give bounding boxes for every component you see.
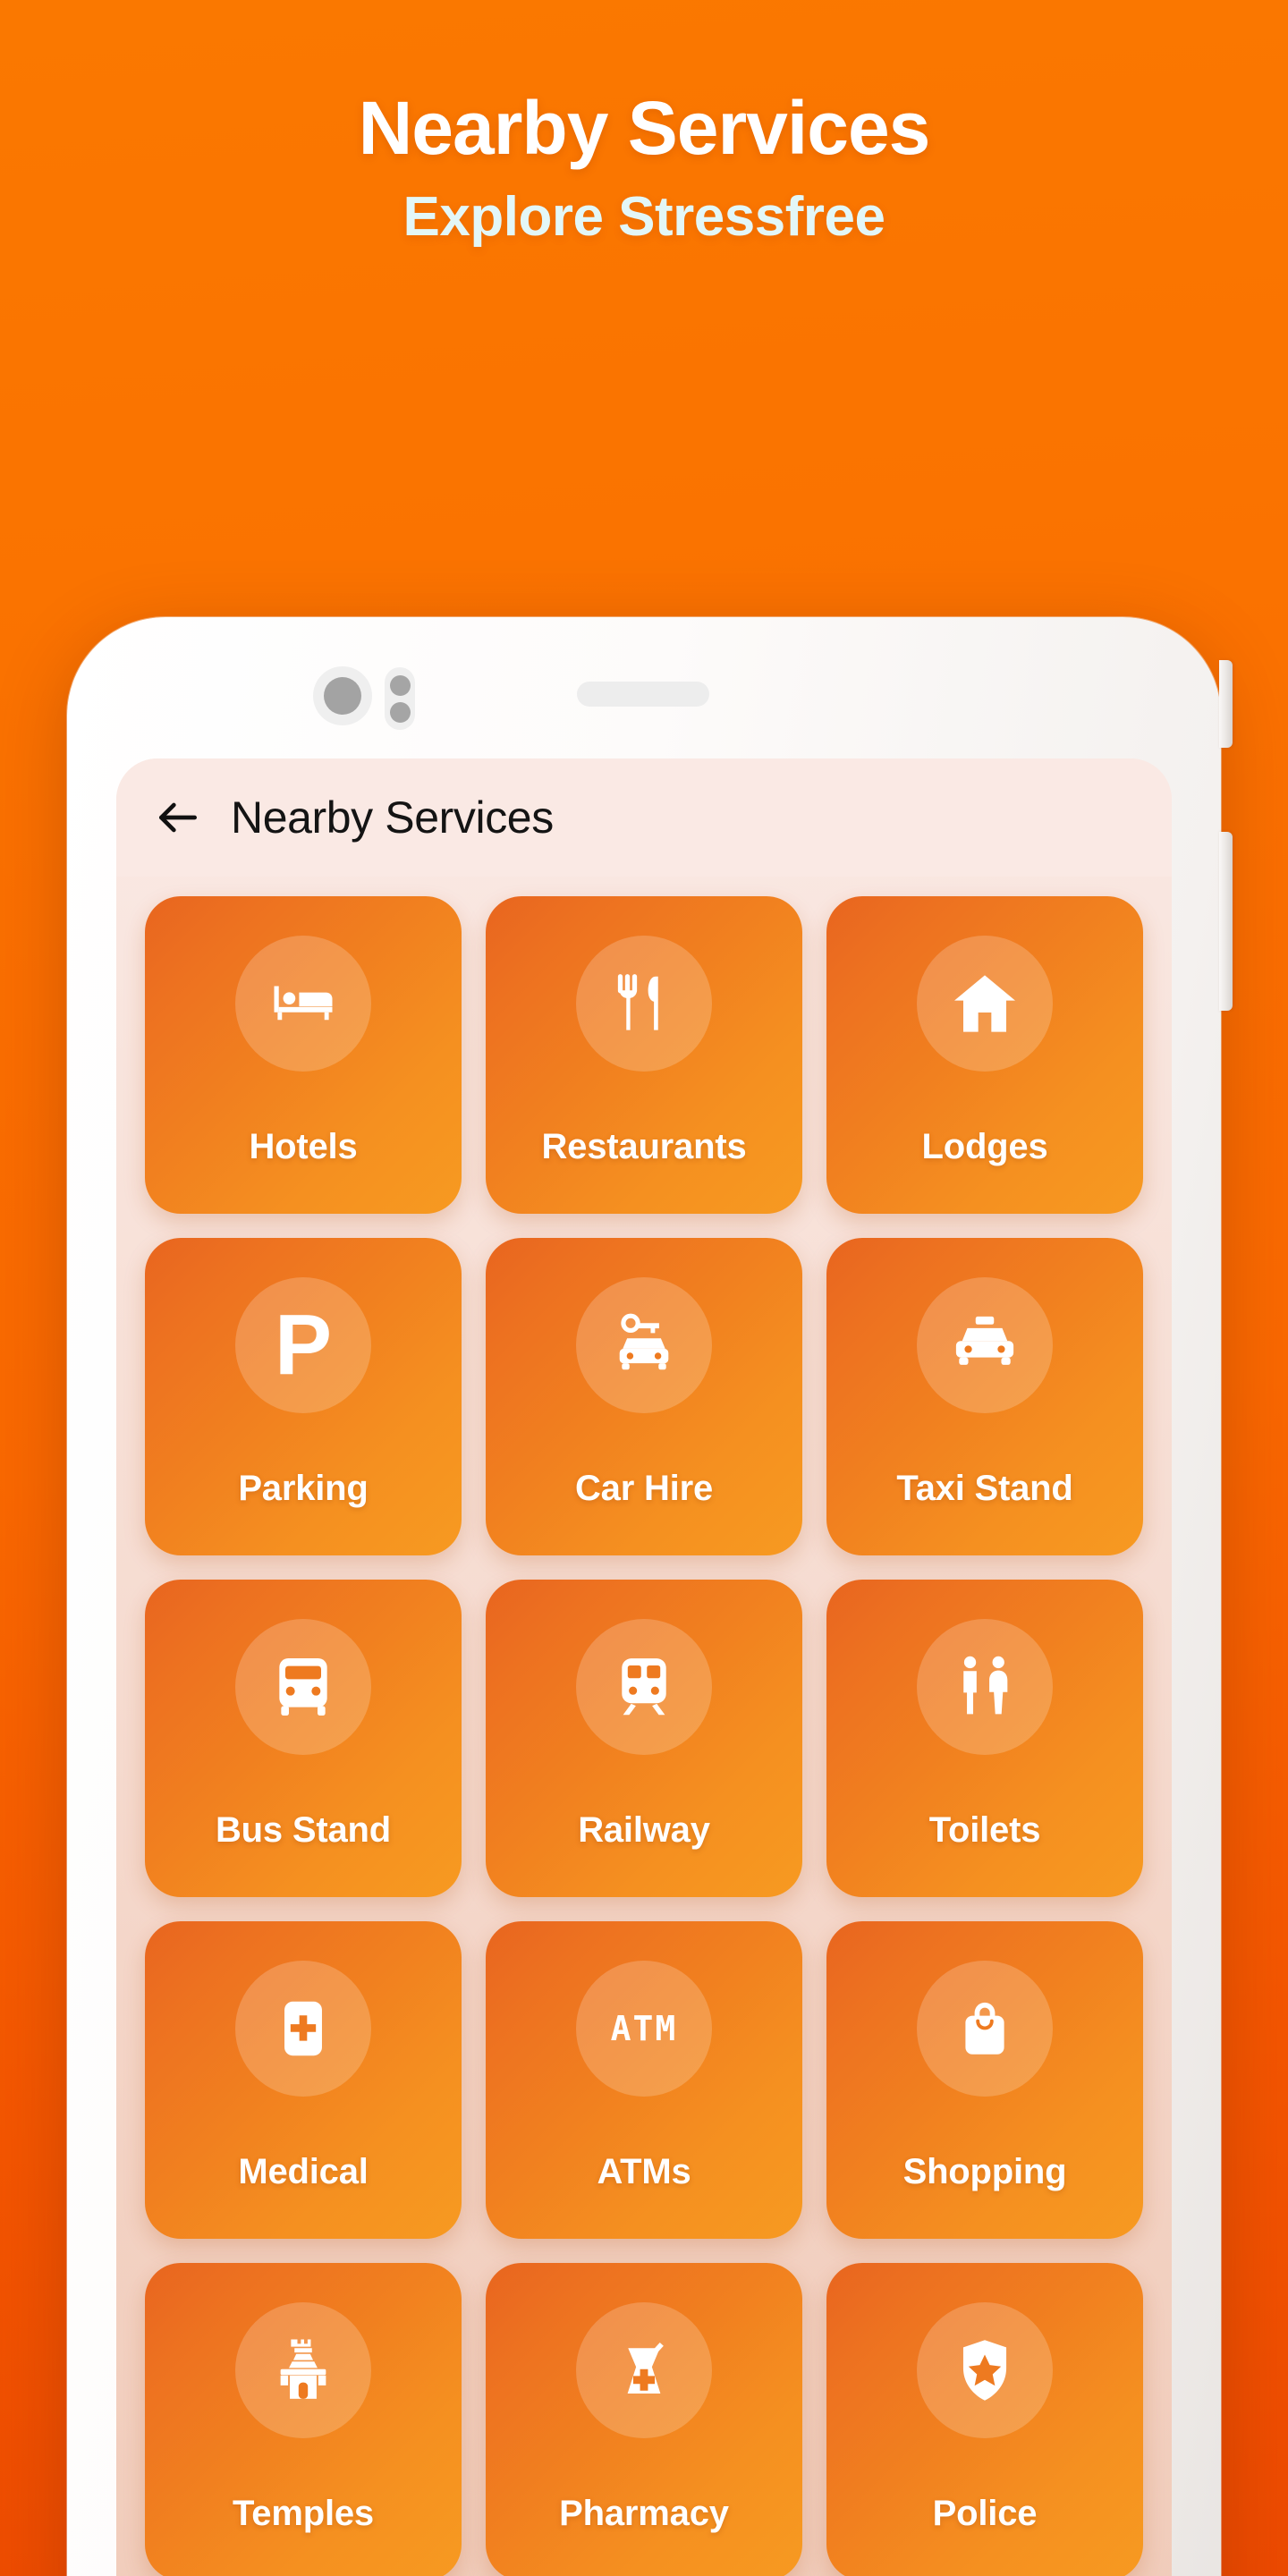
service-tile-label: Car Hire [574,1469,714,1508]
train-icon [576,1619,712,1755]
service-tile-label: Restaurants [541,1127,747,1166]
phone-screen: Nearby Services Hotels Restaurants Lodge… [116,758,1172,2576]
service-tile-police[interactable]: Police [826,2263,1143,2576]
house-icon [917,936,1053,1072]
service-tile-label: Taxi Stand [896,1469,1073,1508]
service-tile-hotels[interactable]: Hotels [145,896,462,1214]
earpiece-speaker-icon [577,682,709,707]
police-shield-star-icon [917,2302,1053,2438]
bus-icon [235,1619,371,1755]
car-key-icon [576,1277,712,1413]
atm-label: ATM [610,2009,678,2048]
service-tile-label: Railway [578,1810,710,1850]
restroom-icon [917,1619,1053,1755]
service-tile-toilets[interactable]: Toilets [826,1580,1143,1897]
appbar-title: Nearby Services [231,792,554,843]
service-tile-label: ATMs [597,2152,691,2191]
service-tile-restaurants[interactable]: Restaurants [486,896,802,1214]
service-tile-label: Parking [238,1469,369,1508]
volume-button[interactable] [1219,660,1233,748]
services-grid: Hotels Restaurants Lodges P Parking Car … [116,877,1172,2576]
service-tile-car-hire[interactable]: Car Hire [486,1238,802,1555]
service-tile-atms[interactable]: ATM ATMs [486,1921,802,2239]
promo-header: Nearby Services Explore Stressfree [0,0,1288,248]
bed-icon [235,936,371,1072]
taxi-icon [917,1277,1053,1413]
parking-letter: P [274,1297,333,1393]
sensor-dot-bottom [389,701,411,723]
service-tile-label: Hotels [249,1127,358,1166]
service-tile-pharmacy[interactable]: Pharmacy [486,2263,802,2576]
appbar: Nearby Services [116,758,1172,877]
back-arrow-icon[interactable] [150,790,206,845]
service-tile-medical[interactable]: Medical [145,1921,462,2239]
temple-icon [235,2302,371,2438]
service-tile-label: Shopping [902,2152,1067,2191]
service-tile-label: Medical [238,2152,369,2191]
service-tile-label: Toilets [928,1810,1041,1850]
parking-p-icon: P [235,1277,371,1413]
service-tile-bus-stand[interactable]: Bus Stand [145,1580,462,1897]
sensor-dots-icon [385,667,415,730]
service-tile-parking[interactable]: P Parking [145,1238,462,1555]
service-tile-taxi-stand[interactable]: Taxi Stand [826,1238,1143,1555]
service-tile-label: Police [932,2494,1038,2533]
screenshot-root: Nearby Services Explore Stressfree Nearb [0,0,1288,2576]
phone-mockup: Nearby Services Hotels Restaurants Lodge… [67,617,1233,2576]
sensor-dot-top [389,674,411,696]
service-tile-label: Lodges [921,1127,1048,1166]
atm-text-icon: ATM [576,1961,712,2097]
fork-knife-icon [576,936,712,1072]
service-tile-lodges[interactable]: Lodges [826,896,1143,1214]
promo-title: Nearby Services [358,86,931,170]
power-button[interactable] [1219,832,1233,1011]
service-tile-railway[interactable]: Railway [486,1580,802,1897]
pharmacy-mortar-icon [576,2302,712,2438]
first-aid-kit-icon [235,1961,371,2097]
shopping-bag-icon [917,1961,1053,2097]
promo-subtitle: Explore Stressfree [402,185,886,248]
service-tile-label: Bus Stand [216,1810,391,1850]
service-tile-label: Temples [233,2494,374,2533]
service-tile-label: Pharmacy [559,2494,729,2533]
camera-lens-icon [313,666,372,725]
service-tile-temples[interactable]: Temples [145,2263,462,2576]
service-tile-shopping[interactable]: Shopping [826,1921,1143,2239]
